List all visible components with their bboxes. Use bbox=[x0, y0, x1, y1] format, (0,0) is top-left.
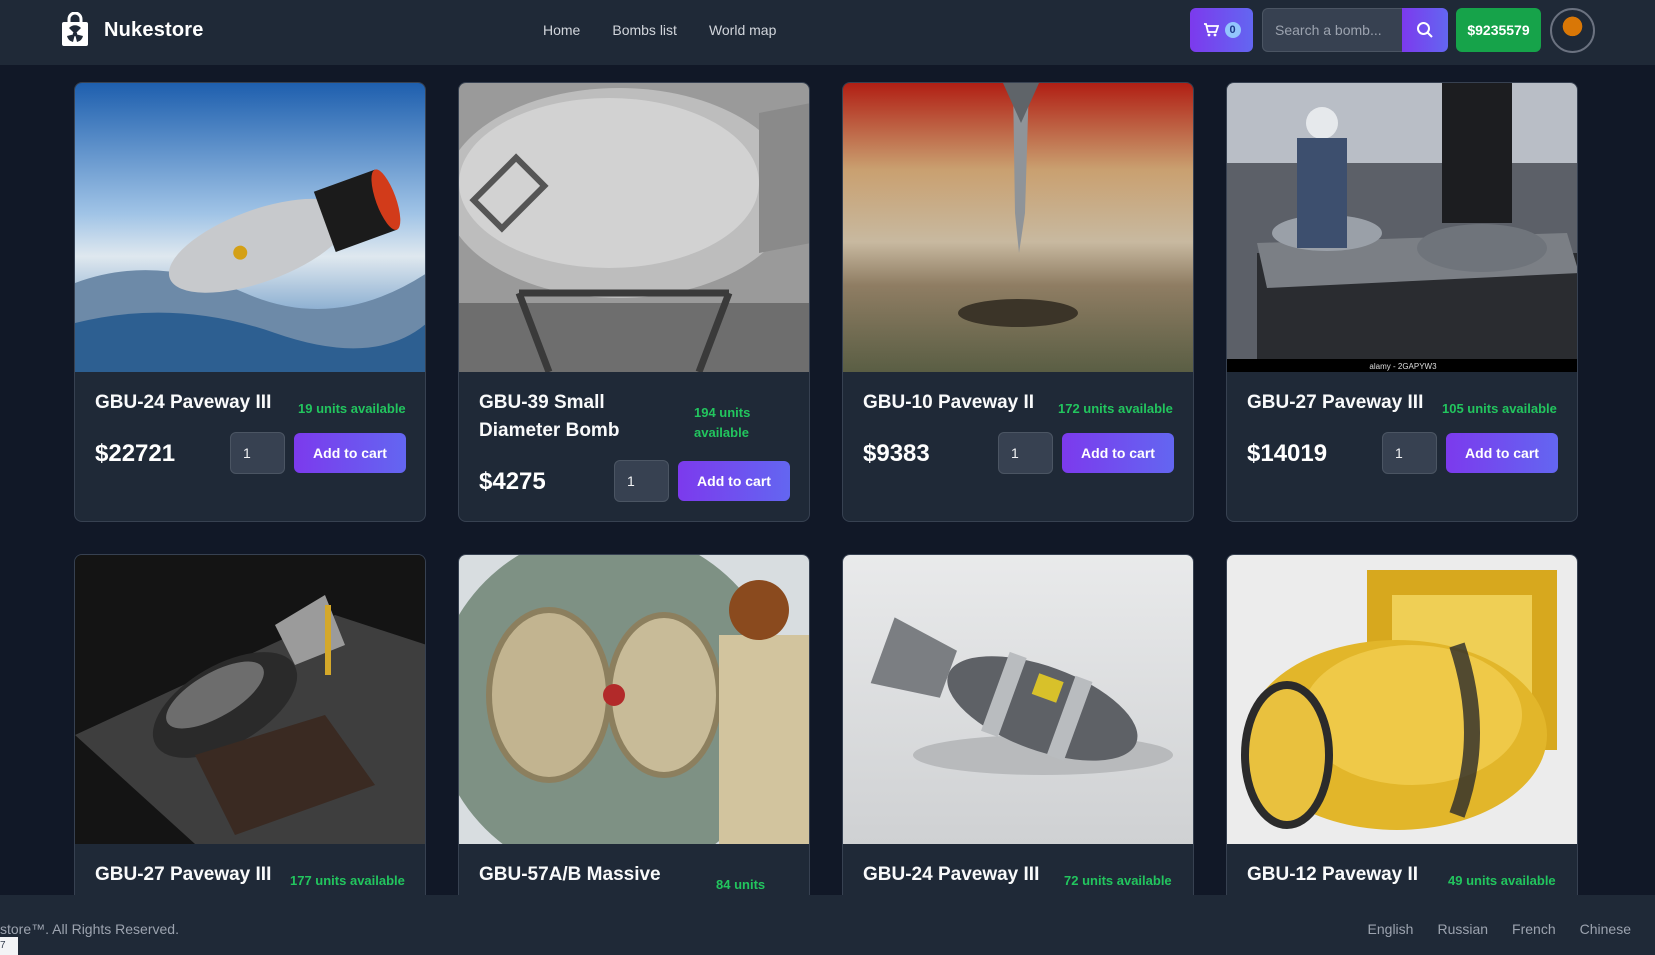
product-card: GBU-27 Paveway III 177 units available bbox=[74, 554, 426, 914]
top-navbar: Nukestore Home Bombs list World map 0 $9… bbox=[0, 0, 1655, 65]
lang-russian[interactable]: Russian bbox=[1437, 921, 1488, 937]
product-name: GBU-10 Paveway II bbox=[863, 392, 1035, 413]
search-button[interactable] bbox=[1402, 8, 1448, 52]
brand[interactable]: Nukestore bbox=[60, 12, 204, 48]
quantity-input[interactable] bbox=[230, 432, 285, 474]
search-input[interactable] bbox=[1262, 8, 1402, 52]
product-name: GBU-27 Paveway III bbox=[95, 864, 272, 885]
lang-french[interactable]: French bbox=[1512, 921, 1556, 937]
product-name: GBU-24 Paveway III bbox=[95, 392, 272, 413]
product-name: GBU-27 Paveway III bbox=[1247, 392, 1424, 413]
add-to-cart-button[interactable]: Add to cart bbox=[294, 433, 406, 473]
add-to-cart-button[interactable]: Add to cart bbox=[1062, 433, 1174, 473]
nav-world-map[interactable]: World map bbox=[709, 22, 776, 38]
product-price: $9383 bbox=[863, 440, 930, 467]
lang-english[interactable]: English bbox=[1368, 921, 1414, 937]
nav-home[interactable]: Home bbox=[543, 22, 580, 38]
stock-status: 105 units available bbox=[1442, 401, 1557, 416]
product-card: GBU-24 Paveway III 19 units available $2… bbox=[74, 82, 426, 522]
product-card: alamy - 2GAPYW3 GBU-27 Paveway III 105 u… bbox=[1226, 82, 1578, 522]
language-links: English Russian French Chinese bbox=[1368, 921, 1631, 937]
product-card: GBU-12 Paveway II 49 units available bbox=[1226, 554, 1578, 914]
product-price: $22721 bbox=[95, 440, 176, 467]
search-icon bbox=[1417, 22, 1433, 38]
product-image[interactable] bbox=[75, 555, 425, 844]
add-to-cart-button[interactable]: Add to cart bbox=[678, 461, 790, 501]
product-image[interactable] bbox=[459, 83, 809, 372]
product-price: $4275 bbox=[479, 468, 546, 495]
product-image[interactable] bbox=[75, 83, 425, 372]
product-name: GBU-39 Small Diameter Bomb bbox=[479, 392, 620, 441]
product-card: GBU-24 Paveway III 72 units available bbox=[842, 554, 1194, 914]
product-name: GBU-57A/B Massive bbox=[479, 864, 661, 885]
shopping-bag-radiation-logo bbox=[62, 12, 88, 46]
stock-status: 84 units bbox=[716, 877, 766, 892]
stock-status: 194 units available bbox=[694, 405, 751, 440]
product-name: GBU-12 Paveway II bbox=[1247, 864, 1419, 885]
cart-count-badge: 0 bbox=[1224, 22, 1241, 38]
quantity-input[interactable] bbox=[1382, 432, 1437, 474]
product-name: GBU-24 Paveway III bbox=[863, 864, 1040, 885]
nav-bombs-list[interactable]: Bombs list bbox=[612, 22, 677, 38]
quantity-input[interactable] bbox=[614, 460, 669, 502]
lang-chinese[interactable]: Chinese bbox=[1580, 921, 1631, 937]
product-image[interactable] bbox=[843, 83, 1193, 372]
stock-status: 19 units available bbox=[298, 401, 406, 416]
stock-status: 72 units available bbox=[1064, 873, 1172, 888]
stock-status: 177 units available bbox=[290, 873, 405, 888]
quantity-input[interactable] bbox=[998, 432, 1053, 474]
image-caption: alamy - 2GAPYW3 bbox=[1369, 362, 1437, 371]
copyright-text: store™. All Rights Reserved. bbox=[0, 921, 179, 937]
brand-name: Nukestore bbox=[104, 18, 204, 41]
add-to-cart-button[interactable]: Add to cart bbox=[1446, 433, 1558, 473]
stock-status: 172 units available bbox=[1058, 401, 1173, 416]
cart-icon bbox=[1203, 23, 1219, 37]
status-tooltip: 7 bbox=[0, 937, 18, 955]
product-card: GBU-57A/B Massive 84 units bbox=[458, 554, 810, 914]
product-image[interactable] bbox=[1227, 555, 1577, 844]
product-card: GBU-39 Small Diameter Bomb 194 units ava… bbox=[458, 82, 810, 522]
product-price: $14019 bbox=[1247, 440, 1328, 467]
product-card: GBU-10 Paveway II 172 units available $9… bbox=[842, 82, 1194, 522]
main-nav: Home Bombs list World map bbox=[543, 22, 776, 38]
cart-button[interactable]: 0 bbox=[1190, 8, 1253, 52]
product-image[interactable]: alamy - 2GAPYW3 bbox=[1227, 83, 1577, 372]
balance-badge[interactable]: $9235579 bbox=[1456, 8, 1541, 52]
product-image[interactable] bbox=[459, 555, 809, 844]
product-image[interactable] bbox=[843, 555, 1193, 844]
avatar[interactable] bbox=[1550, 8, 1595, 53]
footer: store™. All Rights Reserved. English Rus… bbox=[0, 895, 1655, 955]
search-bar bbox=[1262, 8, 1448, 52]
stock-status: 49 units available bbox=[1448, 873, 1556, 888]
